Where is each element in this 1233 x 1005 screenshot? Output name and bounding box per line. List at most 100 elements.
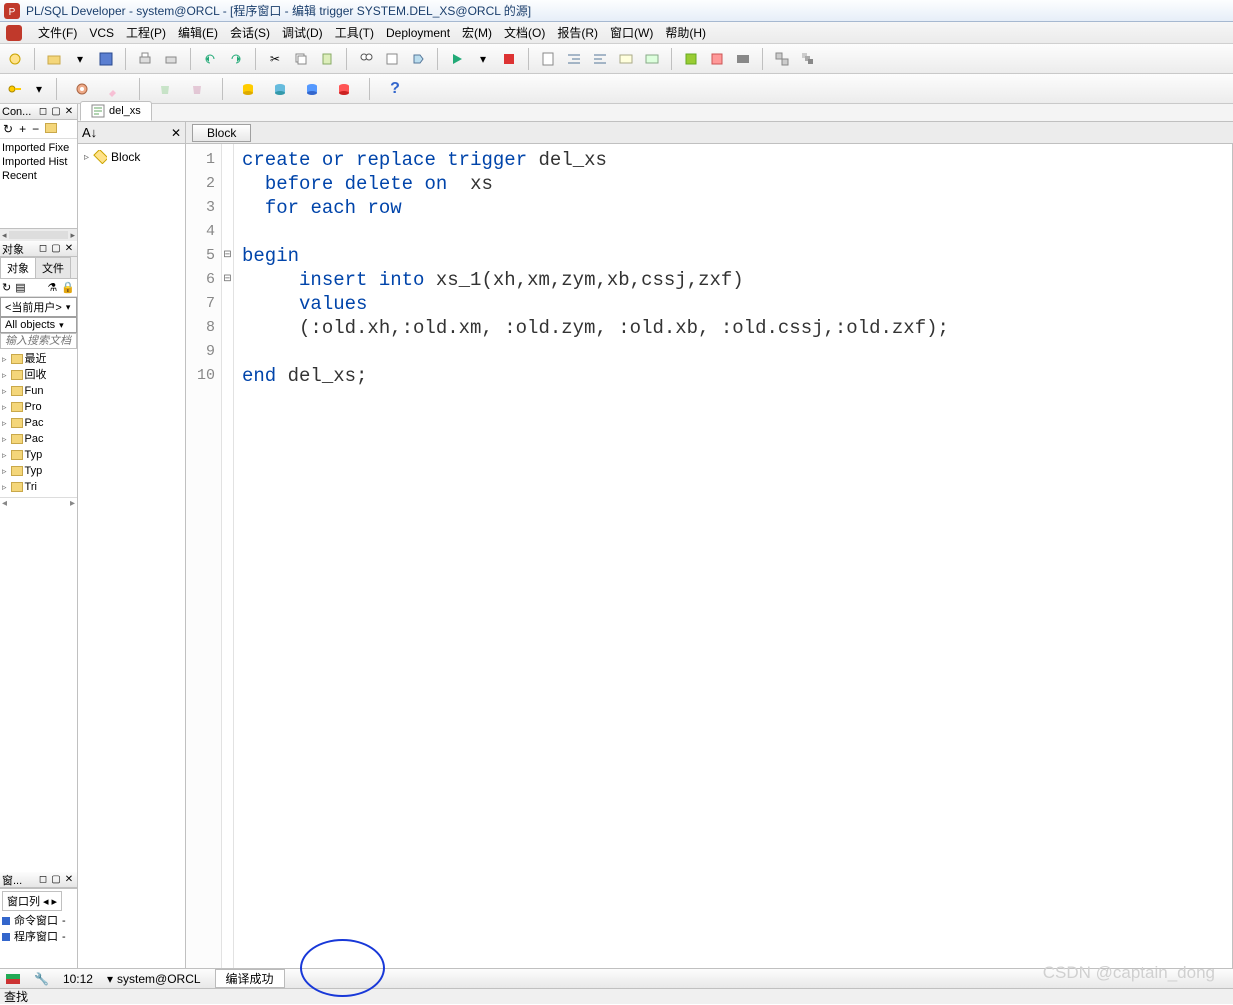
key-icon[interactable] bbox=[4, 78, 26, 100]
copy-icon[interactable] bbox=[290, 48, 312, 70]
close-icon[interactable]: ✕ bbox=[63, 243, 75, 255]
help-icon[interactable]: ? bbox=[384, 78, 406, 100]
menu-item[interactable]: 文件(F) bbox=[32, 24, 83, 42]
key-dropdown-icon[interactable]: ▾ bbox=[36, 82, 42, 96]
tree-node[interactable]: 最近 bbox=[2, 351, 75, 367]
open-icon[interactable] bbox=[43, 48, 65, 70]
tab-files[interactable]: 文件 bbox=[35, 257, 71, 278]
windows-panel-header[interactable]: 窗... ◻▢✕ bbox=[0, 872, 77, 888]
print-icon[interactable] bbox=[134, 48, 156, 70]
menu-item[interactable]: 宏(M) bbox=[456, 24, 498, 42]
session-icon[interactable] bbox=[732, 48, 754, 70]
max-icon[interactable]: ▢ bbox=[50, 106, 62, 118]
add-icon[interactable]: + bbox=[19, 122, 26, 136]
execute-icon[interactable] bbox=[446, 48, 468, 70]
print-preview-icon[interactable] bbox=[160, 48, 182, 70]
tree-node[interactable]: Typ bbox=[2, 447, 75, 463]
db-yellow-icon[interactable] bbox=[237, 78, 259, 100]
code-editor[interactable]: create or replace trigger del_xs before … bbox=[234, 144, 1232, 968]
trash-green-icon[interactable] bbox=[154, 78, 176, 100]
window-list-item[interactable]: 程序窗口 - bbox=[2, 929, 75, 945]
tree-node[interactable]: Tri bbox=[2, 479, 75, 495]
struct-node-block[interactable]: ▹ Block bbox=[84, 150, 179, 164]
open-dropdown-icon[interactable]: ▾ bbox=[69, 48, 91, 70]
menu-item[interactable]: 编辑(E) bbox=[172, 24, 224, 42]
find-bar[interactable]: 查找 bbox=[0, 988, 1233, 1004]
objects-panel-header[interactable]: 对象 ◻▢✕ bbox=[0, 241, 77, 257]
status-session[interactable]: system@ORCL bbox=[117, 972, 201, 986]
menu-item[interactable]: Deployment bbox=[380, 24, 456, 42]
menu-item[interactable]: 报告(R) bbox=[551, 24, 604, 42]
scroll-right-icon[interactable]: ▸ bbox=[70, 230, 75, 241]
connection-row[interactable]: Imported Fixe bbox=[2, 141, 75, 155]
commit-icon[interactable] bbox=[680, 48, 702, 70]
filter-icon[interactable]: ⚗ bbox=[47, 281, 57, 294]
lock-icon[interactable]: 🔒 bbox=[61, 281, 75, 294]
menu-item[interactable]: 调试(D) bbox=[276, 24, 329, 42]
explain-plan-icon[interactable] bbox=[537, 48, 559, 70]
tree-node[interactable]: Pac bbox=[2, 415, 75, 431]
paste-icon[interactable] bbox=[316, 48, 338, 70]
block-button[interactable]: Block bbox=[192, 124, 251, 142]
new-obj-icon[interactable]: ▤ bbox=[15, 281, 25, 294]
db-red-icon[interactable] bbox=[333, 78, 355, 100]
rollback-icon[interactable] bbox=[706, 48, 728, 70]
stop-icon[interactable] bbox=[498, 48, 520, 70]
undo-icon[interactable] bbox=[199, 48, 221, 70]
save-icon[interactable] bbox=[95, 48, 117, 70]
db-blue-icon[interactable] bbox=[301, 78, 323, 100]
redo-icon[interactable] bbox=[225, 48, 247, 70]
refresh-icon[interactable]: ↻ bbox=[3, 122, 13, 136]
tree-node[interactable]: Pro bbox=[2, 399, 75, 415]
outdent-icon[interactable] bbox=[589, 48, 611, 70]
object-tree[interactable]: 最近回收FunProPacPacTypTypTri bbox=[0, 349, 77, 497]
max-icon[interactable]: ▢ bbox=[50, 243, 62, 255]
tree-node[interactable]: Typ bbox=[2, 463, 75, 479]
fold-column[interactable]: ⊟⊟ bbox=[222, 144, 234, 968]
tab-objects[interactable]: 对象 bbox=[0, 257, 36, 278]
pin-icon[interactable]: ◻ bbox=[37, 243, 49, 255]
cascade-icon[interactable] bbox=[797, 48, 819, 70]
tab-window-list[interactable]: 窗口列◂▸ bbox=[2, 891, 62, 911]
close-icon[interactable]: ✕ bbox=[63, 106, 75, 118]
pin-icon[interactable]: ◻ bbox=[37, 106, 49, 118]
menu-item[interactable]: 窗口(W) bbox=[604, 24, 659, 42]
new-icon[interactable] bbox=[4, 48, 26, 70]
tree-node[interactable]: Fun bbox=[2, 383, 75, 399]
sort-icon[interactable]: A↓ bbox=[82, 125, 97, 140]
window-list-icon[interactable] bbox=[771, 48, 793, 70]
max-icon[interactable]: ▢ bbox=[50, 874, 62, 886]
brush-icon[interactable] bbox=[103, 78, 125, 100]
close-icon[interactable]: ✕ bbox=[63, 874, 75, 886]
connection-row[interactable]: Recent bbox=[2, 169, 75, 183]
gear-icon[interactable] bbox=[71, 78, 93, 100]
pin-icon[interactable]: ◻ bbox=[37, 874, 49, 886]
connection-row[interactable]: Imported Hist bbox=[2, 155, 75, 169]
wrench-icon[interactable]: 🔧 bbox=[34, 972, 49, 986]
menu-item[interactable]: VCS bbox=[83, 24, 120, 42]
indent-icon[interactable] bbox=[563, 48, 585, 70]
menu-item[interactable]: 工程(P) bbox=[120, 24, 172, 42]
object-search-input[interactable] bbox=[0, 333, 77, 349]
cut-icon[interactable]: ✂ bbox=[264, 48, 286, 70]
connections-panel-header[interactable]: Con... ◻▢✕ bbox=[0, 104, 77, 120]
window-list-item[interactable]: 命令窗口 - bbox=[2, 913, 75, 929]
menu-item[interactable]: 帮助(H) bbox=[659, 24, 712, 42]
filter-dropdown[interactable]: All objects bbox=[0, 317, 77, 333]
find-next-icon[interactable] bbox=[407, 48, 429, 70]
remove-icon[interactable]: − bbox=[32, 122, 39, 136]
menu-item[interactable]: 工具(T) bbox=[329, 24, 380, 42]
db-sql-icon[interactable] bbox=[269, 78, 291, 100]
doc-tab-del-xs[interactable]: del_xs bbox=[80, 101, 152, 121]
uncomment-icon[interactable] bbox=[641, 48, 663, 70]
find-icon[interactable] bbox=[355, 48, 377, 70]
tree-node[interactable]: Pac bbox=[2, 431, 75, 447]
trash-tan-icon[interactable] bbox=[186, 78, 208, 100]
user-dropdown[interactable]: <当前用户> bbox=[0, 297, 77, 317]
menu-item[interactable]: 会话(S) bbox=[224, 24, 276, 42]
tree-node[interactable]: 回收 bbox=[2, 367, 75, 383]
scroll-left-icon[interactable]: ◂ bbox=[2, 230, 7, 241]
replace-icon[interactable] bbox=[381, 48, 403, 70]
menu-item[interactable]: 文档(O) bbox=[498, 24, 551, 42]
folder-icon[interactable] bbox=[45, 122, 57, 136]
